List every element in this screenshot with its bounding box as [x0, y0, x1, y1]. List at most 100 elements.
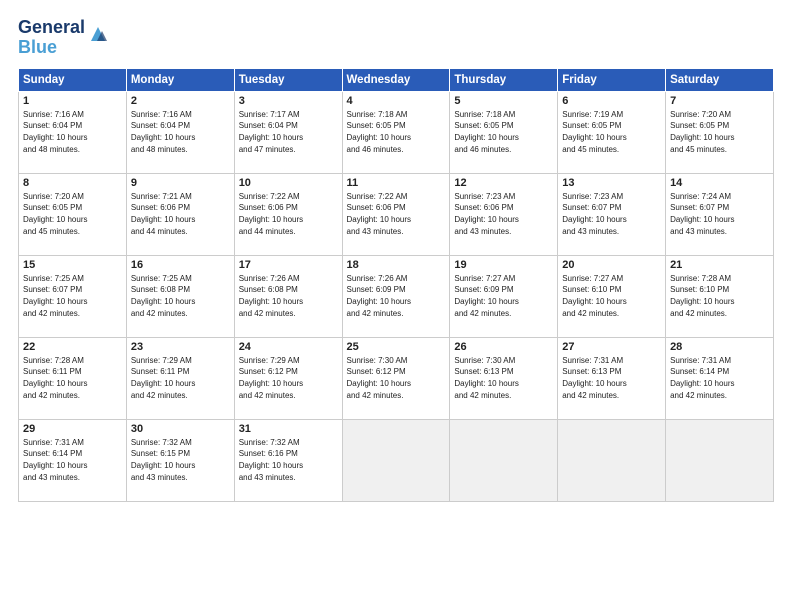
calendar-cell: 17 Sunrise: 7:26 AM Sunset: 6:08 PM Dayli… [234, 255, 342, 337]
weekday-header-tuesday: Tuesday [234, 68, 342, 91]
logo: GeneralBlue [18, 18, 109, 58]
cell-info: Sunrise: 7:21 AM Sunset: 6:06 PM Dayligh… [131, 192, 195, 236]
week-row-2: 8 Sunrise: 7:20 AM Sunset: 6:05 PM Daylig… [19, 173, 774, 255]
calendar-cell: 12 Sunrise: 7:23 AM Sunset: 6:06 PM Dayli… [450, 173, 558, 255]
cell-info: Sunrise: 7:20 AM Sunset: 6:05 PM Dayligh… [670, 110, 734, 154]
day-number: 2 [131, 95, 230, 107]
cell-info: Sunrise: 7:32 AM Sunset: 6:16 PM Dayligh… [239, 438, 303, 482]
weekday-header-thursday: Thursday [450, 68, 558, 91]
calendar-cell: 31 Sunrise: 7:32 AM Sunset: 6:16 PM Dayli… [234, 419, 342, 501]
day-number: 11 [347, 177, 446, 189]
day-number: 7 [670, 95, 769, 107]
calendar-body: 1Sunrise: 7:16 AM Sunset: 6:04 PM Daylig… [19, 91, 774, 501]
day-number: 4 [347, 95, 446, 107]
calendar-cell: 1Sunrise: 7:16 AM Sunset: 6:04 PM Daylig… [19, 91, 127, 173]
calendar-cell: 15 Sunrise: 7:25 AM Sunset: 6:07 PM Dayli… [19, 255, 127, 337]
cell-info: Sunrise: 7:30 AM Sunset: 6:12 PM Dayligh… [347, 356, 411, 400]
calendar-cell: 27 Sunrise: 7:31 AM Sunset: 6:13 PM Dayli… [558, 337, 666, 419]
day-number: 3 [239, 95, 338, 107]
logo-text: GeneralBlue [18, 18, 85, 58]
day-number: 8 [23, 177, 122, 189]
cell-info: Sunrise: 7:31 AM Sunset: 6:13 PM Dayligh… [562, 356, 626, 400]
day-number: 9 [131, 177, 230, 189]
calendar-cell [342, 419, 450, 501]
cell-info: Sunrise: 7:18 AM Sunset: 6:05 PM Dayligh… [454, 110, 518, 154]
calendar-cell: 25Sunrise: 7:30 AM Sunset: 6:12 PM Dayli… [342, 337, 450, 419]
weekday-header-saturday: Saturday [666, 68, 774, 91]
day-number: 15 [23, 259, 122, 271]
day-number: 17 [239, 259, 338, 271]
cell-info: Sunrise: 7:31 AM Sunset: 6:14 PM Dayligh… [23, 438, 87, 482]
cell-info: Sunrise: 7:28 AM Sunset: 6:11 PM Dayligh… [23, 356, 87, 400]
calendar-cell: 19Sunrise: 7:27 AM Sunset: 6:09 PM Dayli… [450, 255, 558, 337]
day-number: 16 [131, 259, 230, 271]
day-number: 27 [562, 341, 661, 353]
weekday-header-friday: Friday [558, 68, 666, 91]
cell-info: Sunrise: 7:25 AM Sunset: 6:08 PM Dayligh… [131, 274, 195, 318]
cell-info: Sunrise: 7:31 AM Sunset: 6:14 PM Dayligh… [670, 356, 734, 400]
day-number: 10 [239, 177, 338, 189]
calendar-cell [450, 419, 558, 501]
calendar-cell: 29 Sunrise: 7:31 AM Sunset: 6:14 PM Dayli… [19, 419, 127, 501]
week-row-3: 15 Sunrise: 7:25 AM Sunset: 6:07 PM Dayli… [19, 255, 774, 337]
day-number: 19 [454, 259, 553, 271]
day-number: 31 [239, 423, 338, 435]
calendar-cell: 13 Sunrise: 7:23 AM Sunset: 6:07 PM Dayli… [558, 173, 666, 255]
cell-info: Sunrise: 7:16 AM Sunset: 6:04 PM Dayligh… [131, 110, 195, 154]
cell-info: Sunrise: 7:29 AM Sunset: 6:12 PM Dayligh… [239, 356, 303, 400]
calendar-cell: 5Sunrise: 7:18 AM Sunset: 6:05 PM Daylig… [450, 91, 558, 173]
calendar-cell: 8 Sunrise: 7:20 AM Sunset: 6:05 PM Daylig… [19, 173, 127, 255]
weekday-header-wednesday: Wednesday [342, 68, 450, 91]
calendar-cell: 18Sunrise: 7:26 AM Sunset: 6:09 PM Dayli… [342, 255, 450, 337]
cell-info: Sunrise: 7:20 AM Sunset: 6:05 PM Dayligh… [23, 192, 87, 236]
cell-info: Sunrise: 7:23 AM Sunset: 6:07 PM Dayligh… [562, 192, 626, 236]
calendar-cell: 28 Sunrise: 7:31 AM Sunset: 6:14 PM Dayli… [666, 337, 774, 419]
cell-info: Sunrise: 7:30 AM Sunset: 6:13 PM Dayligh… [454, 356, 518, 400]
day-number: 6 [562, 95, 661, 107]
logo-icon [87, 23, 109, 45]
cell-info: Sunrise: 7:17 AM Sunset: 6:04 PM Dayligh… [239, 110, 303, 154]
calendar-cell: 11 Sunrise: 7:22 AM Sunset: 6:06 PM Dayli… [342, 173, 450, 255]
cell-info: Sunrise: 7:22 AM Sunset: 6:06 PM Dayligh… [347, 192, 411, 236]
logo-blue: Blue [18, 37, 57, 57]
cell-info: Sunrise: 7:26 AM Sunset: 6:08 PM Dayligh… [239, 274, 303, 318]
cell-info: Sunrise: 7:18 AM Sunset: 6:05 PM Dayligh… [347, 110, 411, 154]
calendar-cell [558, 419, 666, 501]
day-number: 13 [562, 177, 661, 189]
day-number: 18 [347, 259, 446, 271]
cell-info: Sunrise: 7:19 AM Sunset: 6:05 PM Dayligh… [562, 110, 626, 154]
calendar-cell: 20Sunrise: 7:27 AM Sunset: 6:10 PM Dayli… [558, 255, 666, 337]
week-row-1: 1Sunrise: 7:16 AM Sunset: 6:04 PM Daylig… [19, 91, 774, 173]
calendar-table: SundayMondayTuesdayWednesdayThursdayFrid… [18, 68, 774, 502]
header: GeneralBlue [18, 18, 774, 58]
cell-info: Sunrise: 7:32 AM Sunset: 6:15 PM Dayligh… [131, 438, 195, 482]
calendar-header: SundayMondayTuesdayWednesdayThursdayFrid… [19, 68, 774, 91]
calendar-cell: 30Sunrise: 7:32 AM Sunset: 6:15 PM Dayli… [126, 419, 234, 501]
weekday-header-monday: Monday [126, 68, 234, 91]
calendar-cell: 24 Sunrise: 7:29 AM Sunset: 6:12 PM Dayli… [234, 337, 342, 419]
day-number: 14 [670, 177, 769, 189]
day-number: 12 [454, 177, 553, 189]
day-number: 29 [23, 423, 122, 435]
day-number: 24 [239, 341, 338, 353]
calendar-cell [666, 419, 774, 501]
calendar-cell: 4 Sunrise: 7:18 AM Sunset: 6:05 PM Daylig… [342, 91, 450, 173]
week-row-5: 29 Sunrise: 7:31 AM Sunset: 6:14 PM Dayli… [19, 419, 774, 501]
cell-info: Sunrise: 7:23 AM Sunset: 6:06 PM Dayligh… [454, 192, 518, 236]
calendar-cell: 23Sunrise: 7:29 AM Sunset: 6:11 PM Dayli… [126, 337, 234, 419]
cell-info: Sunrise: 7:16 AM Sunset: 6:04 PM Dayligh… [23, 110, 87, 154]
cell-info: Sunrise: 7:24 AM Sunset: 6:07 PM Dayligh… [670, 192, 734, 236]
day-number: 20 [562, 259, 661, 271]
calendar-cell: 2 Sunrise: 7:16 AM Sunset: 6:04 PM Daylig… [126, 91, 234, 173]
day-number: 28 [670, 341, 769, 353]
day-number: 21 [670, 259, 769, 271]
calendar-cell: 26Sunrise: 7:30 AM Sunset: 6:13 PM Dayli… [450, 337, 558, 419]
week-row-4: 22Sunrise: 7:28 AM Sunset: 6:11 PM Dayli… [19, 337, 774, 419]
calendar-cell: 10Sunrise: 7:22 AM Sunset: 6:06 PM Dayli… [234, 173, 342, 255]
calendar-cell: 6 Sunrise: 7:19 AM Sunset: 6:05 PM Daylig… [558, 91, 666, 173]
calendar-cell: 3 Sunrise: 7:17 AM Sunset: 6:04 PM Daylig… [234, 91, 342, 173]
weekday-header-row: SundayMondayTuesdayWednesdayThursdayFrid… [19, 68, 774, 91]
calendar-cell: 21Sunrise: 7:28 AM Sunset: 6:10 PM Dayli… [666, 255, 774, 337]
cell-info: Sunrise: 7:25 AM Sunset: 6:07 PM Dayligh… [23, 274, 87, 318]
cell-info: Sunrise: 7:29 AM Sunset: 6:11 PM Dayligh… [131, 356, 195, 400]
